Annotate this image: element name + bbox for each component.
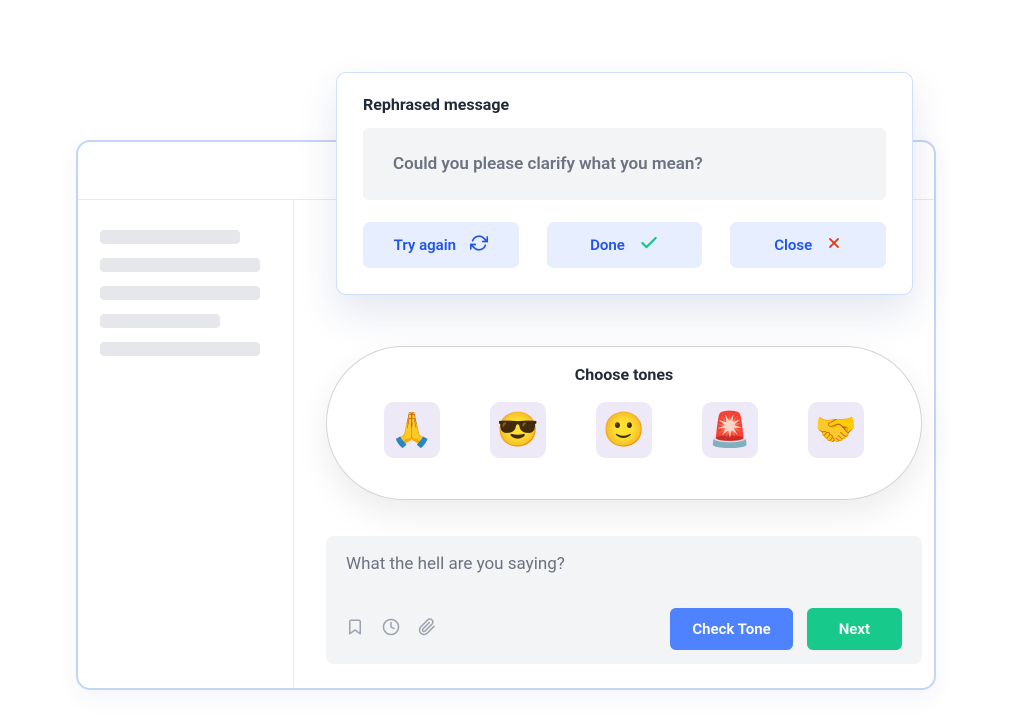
- tone-option-polite[interactable]: 🙏: [384, 402, 440, 458]
- skeleton-line: [100, 342, 260, 356]
- choose-tones-title: Choose tones: [575, 365, 673, 384]
- choose-tones-card: Choose tones 🙏 😎 🙂 🚨 🤝: [326, 346, 922, 500]
- rephrased-modal: Rephrased message Could you please clari…: [336, 72, 913, 295]
- sunglasses-icon: 😎: [497, 410, 539, 450]
- next-button[interactable]: Next: [807, 608, 902, 650]
- skeleton-line: [100, 314, 220, 328]
- rephrased-output-text: Could you please clarify what you mean?: [363, 128, 886, 200]
- try-again-button[interactable]: Try again: [363, 222, 519, 268]
- tone-option-urgent[interactable]: 🚨: [702, 402, 758, 458]
- attachment-icon[interactable]: [418, 618, 436, 640]
- message-input[interactable]: What the hell are you saying?: [346, 554, 902, 574]
- try-again-label: Try again: [394, 236, 456, 254]
- close-icon: [826, 235, 842, 255]
- handshake-icon: 🤝: [815, 410, 857, 450]
- refresh-icon: [470, 234, 488, 256]
- close-label: Close: [774, 236, 812, 254]
- siren-icon: 🚨: [709, 410, 751, 450]
- done-label: Done: [590, 236, 625, 254]
- skeleton-line: [100, 286, 260, 300]
- next-label: Next: [839, 620, 870, 638]
- clock-icon[interactable]: [382, 618, 400, 640]
- smile-icon: 🙂: [603, 410, 645, 450]
- check-tone-label: Check Tone: [692, 620, 770, 638]
- tone-option-professional[interactable]: 🤝: [808, 402, 864, 458]
- check-icon: [639, 233, 659, 257]
- close-button[interactable]: Close: [730, 222, 886, 268]
- check-tone-button[interactable]: Check Tone: [670, 608, 792, 650]
- tone-option-friendly[interactable]: 🙂: [596, 402, 652, 458]
- bookmark-icon[interactable]: [346, 618, 364, 640]
- tone-option-casual[interactable]: 😎: [490, 402, 546, 458]
- message-input-panel: What the hell are you saying? Check Tone…: [326, 536, 922, 664]
- skeleton-line: [100, 230, 240, 244]
- modal-title: Rephrased message: [363, 95, 886, 114]
- done-button[interactable]: Done: [547, 222, 703, 268]
- skeleton-line: [100, 258, 260, 272]
- pray-icon: 🙏: [391, 410, 433, 450]
- sidebar: [78, 200, 294, 688]
